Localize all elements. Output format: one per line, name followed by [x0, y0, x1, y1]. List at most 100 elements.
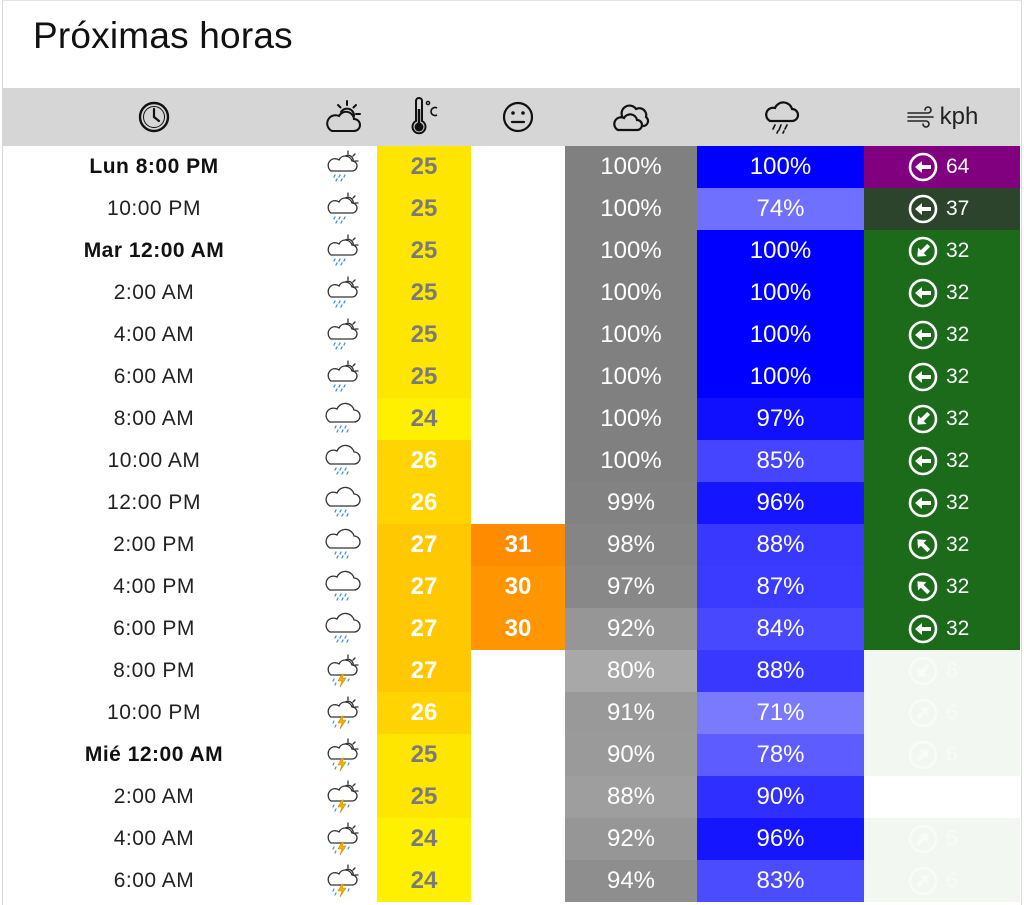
- temperature-cell: 24: [377, 398, 471, 440]
- wind-speed: 32: [946, 407, 970, 430]
- table-row: Lun 8:00 PM 25 100% 100% 64: [2, 146, 1020, 188]
- wind-cell: 64: [864, 146, 1020, 188]
- cloud-rain-sun-icon: [327, 360, 359, 392]
- temperature-cell: 24: [377, 818, 471, 860]
- table-row: 10:00 PM 25 100% 74% 37: [2, 188, 1020, 230]
- wind-cell: 32: [864, 230, 1020, 272]
- condition-cell: [306, 776, 379, 818]
- cloud-cover-cell: 92%: [565, 818, 697, 860]
- wind-cell: 32: [864, 482, 1020, 524]
- wind-direction-arrow-icon: [908, 236, 938, 266]
- precipitation-cell: 96%: [697, 482, 864, 524]
- temperature-cell: 24: [377, 860, 471, 902]
- temperature-cell: 25: [377, 272, 471, 314]
- condition-cell: [306, 146, 379, 188]
- cloud-cover-cell: 99%: [565, 482, 697, 524]
- condition-cell: [306, 566, 379, 608]
- cloud-rain-icon: [324, 402, 361, 433]
- cloud-rain-icon: [324, 612, 361, 643]
- condition-cell: [306, 356, 379, 398]
- wind-speed: 5: [946, 827, 958, 850]
- wind-cell: 6: [864, 734, 1020, 776]
- time-column-header[interactable]: [2, 88, 306, 146]
- wind-cell: 32: [864, 524, 1020, 566]
- condition-column-header[interactable]: [306, 88, 379, 146]
- temperature-cell: 26: [377, 482, 471, 524]
- cloud-cover-cell: 92%: [565, 608, 697, 650]
- clock-icon: [138, 101, 170, 133]
- wind-column-header[interactable]: kph: [864, 88, 1020, 146]
- cloud-rain-sun-icon: [327, 276, 359, 308]
- wind-direction-arrow-icon: [908, 488, 938, 518]
- cloud-cover-column-header[interactable]: [565, 88, 697, 146]
- precipitation-cell: 100%: [697, 272, 864, 314]
- feels-like-column-header[interactable]: [471, 88, 565, 146]
- condition-cell: [306, 188, 379, 230]
- temperature-cell: 27: [377, 650, 471, 692]
- wind-direction-arrow-icon: [908, 614, 938, 644]
- feels-like-cell: [471, 650, 565, 692]
- temperature-column-header[interactable]: [377, 88, 471, 146]
- condition-cell: [306, 608, 379, 650]
- table-row: 2:00 AM 25 100% 100% 32: [2, 272, 1020, 314]
- wind-cell: 37: [864, 188, 1020, 230]
- time-cell: 2:00 AM: [113, 785, 195, 808]
- wind-cell: 6: [864, 692, 1020, 734]
- cloud-cover-cell: 98%: [565, 524, 697, 566]
- condition-cell: [306, 272, 379, 314]
- precipitation-cell: 97%: [697, 398, 864, 440]
- cloud-storm-sun-icon: [327, 822, 359, 856]
- wind-speed: 6: [946, 701, 958, 724]
- wind-direction-arrow-icon: [908, 530, 938, 560]
- cloud-rain-sun-icon: [327, 318, 359, 350]
- precipitation-cell: 78%: [697, 734, 864, 776]
- wind-speed: 32: [946, 575, 970, 598]
- condition-cell: [306, 230, 379, 272]
- temperature-cell: 25: [377, 188, 471, 230]
- time-cell: 6:00 PM: [113, 617, 195, 640]
- condition-cell: [306, 860, 379, 902]
- temperature-cell: 26: [377, 440, 471, 482]
- condition-cell: [306, 734, 379, 776]
- feels-like-cell: 30: [471, 566, 565, 608]
- wind-direction-arrow-icon: [908, 740, 938, 770]
- time-cell: 10:00 PM: [107, 701, 201, 724]
- cloud-rain-icon: [324, 486, 361, 517]
- table-row: 4:00 AM 25 100% 100% 32: [2, 314, 1020, 356]
- wind-cell: [864, 776, 1020, 818]
- precipitation-cell: 88%: [697, 650, 864, 692]
- condition-cell: [306, 482, 379, 524]
- wind-direction-arrow-icon: [908, 278, 938, 308]
- cloud-rain-icon: [324, 444, 361, 475]
- temperature-cell: 25: [377, 230, 471, 272]
- precipitation-cell: 96%: [697, 818, 864, 860]
- wind-icon: [906, 106, 934, 128]
- table-row: 4:00 PM 27 30 97% 87% 32: [2, 566, 1020, 608]
- wind-speed: 6: [946, 659, 958, 682]
- feels-like-cell: [471, 692, 565, 734]
- cloud-storm-sun-icon: [327, 696, 359, 730]
- cloud-cover-cell: 100%: [565, 440, 697, 482]
- temperature-cell: 25: [377, 734, 471, 776]
- cloud-storm-sun-icon: [327, 780, 359, 814]
- time-cell: 8:00 PM: [113, 659, 195, 682]
- wind-speed: 32: [946, 323, 970, 346]
- wind-speed: 32: [946, 617, 970, 640]
- wind-speed: 64: [946, 155, 970, 178]
- temperature-cell: 25: [377, 146, 471, 188]
- table-row: 2:00 PM 27 31 98% 88% 32: [2, 524, 1020, 566]
- wind-direction-arrow-icon: [908, 194, 938, 224]
- wind-speed: 32: [946, 449, 970, 472]
- time-cell: 10:00 PM: [107, 197, 201, 220]
- wind-direction-arrow-icon: [908, 824, 938, 854]
- precipitation-column-header[interactable]: [697, 88, 864, 146]
- temperature-cell: 27: [377, 566, 471, 608]
- precipitation-cell: 87%: [697, 566, 864, 608]
- rain-cloud-icon: [764, 101, 799, 134]
- cloud-cover-cell: 100%: [565, 272, 697, 314]
- table-row: Mar 12:00 AM 25 100% 100% 32: [2, 230, 1020, 272]
- time-cell: 12:00 PM: [107, 491, 201, 514]
- feels-like-cell: [471, 272, 565, 314]
- temperature-cell: 25: [377, 314, 471, 356]
- time-cell: 2:00 AM: [113, 281, 195, 304]
